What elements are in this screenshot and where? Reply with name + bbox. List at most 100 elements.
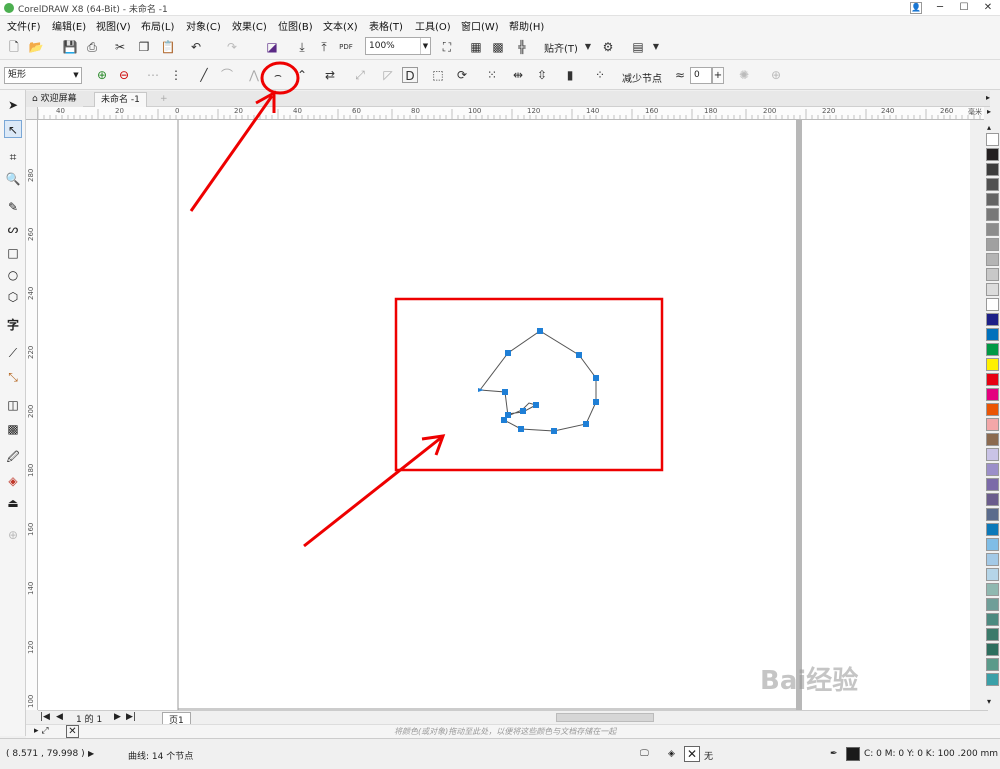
no-color-swatch[interactable] — [986, 133, 999, 146]
play-icon[interactable]: ▶ — [88, 749, 94, 758]
add-icon[interactable]: ⊕ — [768, 67, 784, 83]
menu-file[interactable]: 文件(F) — [7, 18, 41, 33]
reduce-nodes-button[interactable]: 减少节点 — [622, 70, 662, 85]
color-swatch[interactable] — [986, 508, 999, 521]
convert-to-line-icon[interactable]: ╱ — [196, 67, 212, 83]
no-fill-icon[interactable]: ✕ — [66, 725, 79, 738]
color-swatch[interactable] — [986, 193, 999, 206]
color-proof-icon[interactable]: 🖵 — [640, 749, 649, 759]
color-swatch[interactable] — [986, 568, 999, 581]
color-swatch[interactable] — [986, 283, 999, 296]
stretch-nodes-icon[interactable]: ⬚ — [430, 67, 446, 83]
menu-table[interactable]: 表格(T) — [369, 18, 403, 33]
reflect-h-icon[interactable]: ⇹ — [510, 67, 526, 83]
save-icon[interactable]: 💾 — [62, 39, 78, 55]
snap-to-dropdown[interactable]: 贴齐(T) — [544, 40, 578, 55]
first-page-button[interactable]: |◀ — [40, 712, 50, 722]
horizontal-ruler[interactable]: 40 20 0 20 40 60 80 100 120 140 160 180 … — [38, 107, 988, 120]
join-nodes-icon[interactable]: ⋯ — [145, 67, 161, 83]
chevron-down-icon[interactable]: ▼ — [648, 39, 664, 55]
palette-scroll-up-icon[interactable]: ▴ — [987, 123, 991, 132]
maximize-button[interactable]: ☐ — [952, 0, 976, 16]
color-swatch[interactable] — [986, 313, 999, 326]
extend-curve-icon[interactable]: ⤢ — [352, 67, 368, 83]
chevron-down-icon[interactable]: ▼ — [580, 39, 596, 55]
drop-shadow-icon[interactable]: ◫ — [4, 396, 22, 414]
parallel-dimension-icon[interactable]: ⟋ — [4, 344, 22, 362]
select-all-nodes-icon[interactable]: ⁘ — [592, 67, 608, 83]
transparency-icon[interactable]: ▩ — [4, 420, 22, 438]
horizontal-scrollbar[interactable] — [556, 713, 654, 722]
convert-to-curve-icon[interactable]: ⌒ — [219, 67, 235, 83]
import-icon[interactable]: ⤓ — [294, 39, 310, 55]
menu-view[interactable]: 视图(V) — [96, 18, 131, 33]
paste-icon[interactable]: 📋 — [160, 39, 176, 55]
close-button[interactable]: ✕ — [976, 0, 1000, 16]
curve-smoothness-input[interactable]: 0 — [690, 67, 712, 84]
drawing-canvas[interactable] — [38, 120, 970, 710]
publish-pdf-icon[interactable]: PDF — [338, 39, 354, 55]
eyedropper-icon[interactable]: 🖉 — [4, 448, 22, 466]
add-node-icon[interactable]: ⊕ — [94, 67, 110, 83]
elastic-mode-icon[interactable]: ▮ — [562, 67, 578, 83]
export-icon[interactable]: ⤒ — [316, 39, 332, 55]
vertical-ruler[interactable]: 280 260 240 220 200 180 160 140 120 100 — [26, 120, 38, 710]
selection-mode-select[interactable]: 矩形 ▼ — [4, 67, 82, 84]
pick-tool-icon[interactable]: ➤ — [4, 96, 22, 114]
color-swatch[interactable] — [986, 328, 999, 341]
polygon-tool-icon[interactable]: ⬡ — [4, 288, 22, 306]
color-swatch[interactable] — [986, 388, 999, 401]
menu-edit[interactable]: 编辑(E) — [52, 18, 86, 33]
tab-document[interactable]: 未命名 -1 — [94, 92, 147, 107]
color-swatch[interactable] — [986, 583, 999, 596]
freehand-tool-icon[interactable]: ✎ — [4, 198, 22, 216]
print-icon[interactable]: ⎙ — [84, 39, 100, 55]
palette-scroll-up-icon[interactable]: ▸ — [987, 107, 991, 116]
palette-arrow-icon[interactable]: ▸ ⤢ — [34, 726, 49, 736]
chevron-right-icon[interactable]: ▸ — [986, 93, 990, 102]
add-tool-icon[interactable]: ⊕ — [4, 526, 22, 544]
copy-icon[interactable]: ❐ — [136, 39, 152, 55]
smart-fill-icon[interactable]: ⏏ — [4, 494, 22, 512]
zoom-level-select[interactable]: 100% ▼ — [365, 37, 431, 55]
minimize-button[interactable]: ─ — [928, 0, 952, 16]
color-swatch[interactable] — [986, 223, 999, 236]
redo-icon[interactable]: ↷ — [224, 39, 240, 55]
undo-icon[interactable]: ↶ — [188, 39, 204, 55]
outline-color-swatch[interactable] — [846, 747, 860, 761]
search-content-icon[interactable]: ◪ — [264, 39, 280, 55]
color-swatch[interactable] — [986, 643, 999, 656]
color-swatch[interactable] — [986, 298, 999, 311]
menu-effects[interactable]: 效果(C) — [232, 18, 267, 33]
app-launcher-icon[interactable]: ▤ — [630, 39, 646, 55]
interactive-fill-icon[interactable]: ◈ — [4, 472, 22, 490]
user-icon[interactable]: 👤 — [910, 2, 922, 14]
break-curve-icon[interactable]: ⋮ — [168, 67, 184, 83]
color-swatch[interactable] — [986, 268, 999, 281]
extract-subpath-icon[interactable]: ◸ — [380, 67, 396, 83]
color-swatch[interactable] — [986, 538, 999, 551]
menu-text[interactable]: 文本(X) — [323, 18, 358, 33]
color-swatch[interactable] — [986, 553, 999, 566]
crop-tool-icon[interactable]: ⌗ — [4, 148, 22, 166]
color-swatch[interactable] — [986, 463, 999, 476]
color-swatch[interactable] — [986, 418, 999, 431]
smooth-node-icon[interactable]: ⌢ — [270, 67, 286, 83]
cusp-node-icon[interactable]: ⋀ — [246, 67, 262, 83]
artistic-media-icon[interactable]: ᔕ — [4, 220, 22, 238]
rectangle-tool-icon[interactable]: □ — [4, 244, 22, 262]
color-swatch[interactable] — [986, 478, 999, 491]
color-swatch[interactable] — [986, 613, 999, 626]
rotate-nodes-icon[interactable]: ⟳ — [454, 67, 470, 83]
zoom-tool-icon[interactable]: 🔍 — [4, 170, 22, 188]
reflect-v-icon[interactable]: ⇳ — [534, 67, 550, 83]
color-swatch[interactable] — [986, 493, 999, 506]
fill-none-swatch[interactable]: ✕ — [684, 746, 700, 762]
shape-tool-icon[interactable]: ↖ — [4, 120, 22, 138]
reverse-direction-icon[interactable]: ⇄ — [322, 67, 338, 83]
color-swatch[interactable] — [986, 403, 999, 416]
color-swatch[interactable] — [986, 208, 999, 221]
color-swatch[interactable] — [986, 598, 999, 611]
color-swatch[interactable] — [986, 253, 999, 266]
delete-node-icon[interactable]: ⊖ — [116, 67, 132, 83]
